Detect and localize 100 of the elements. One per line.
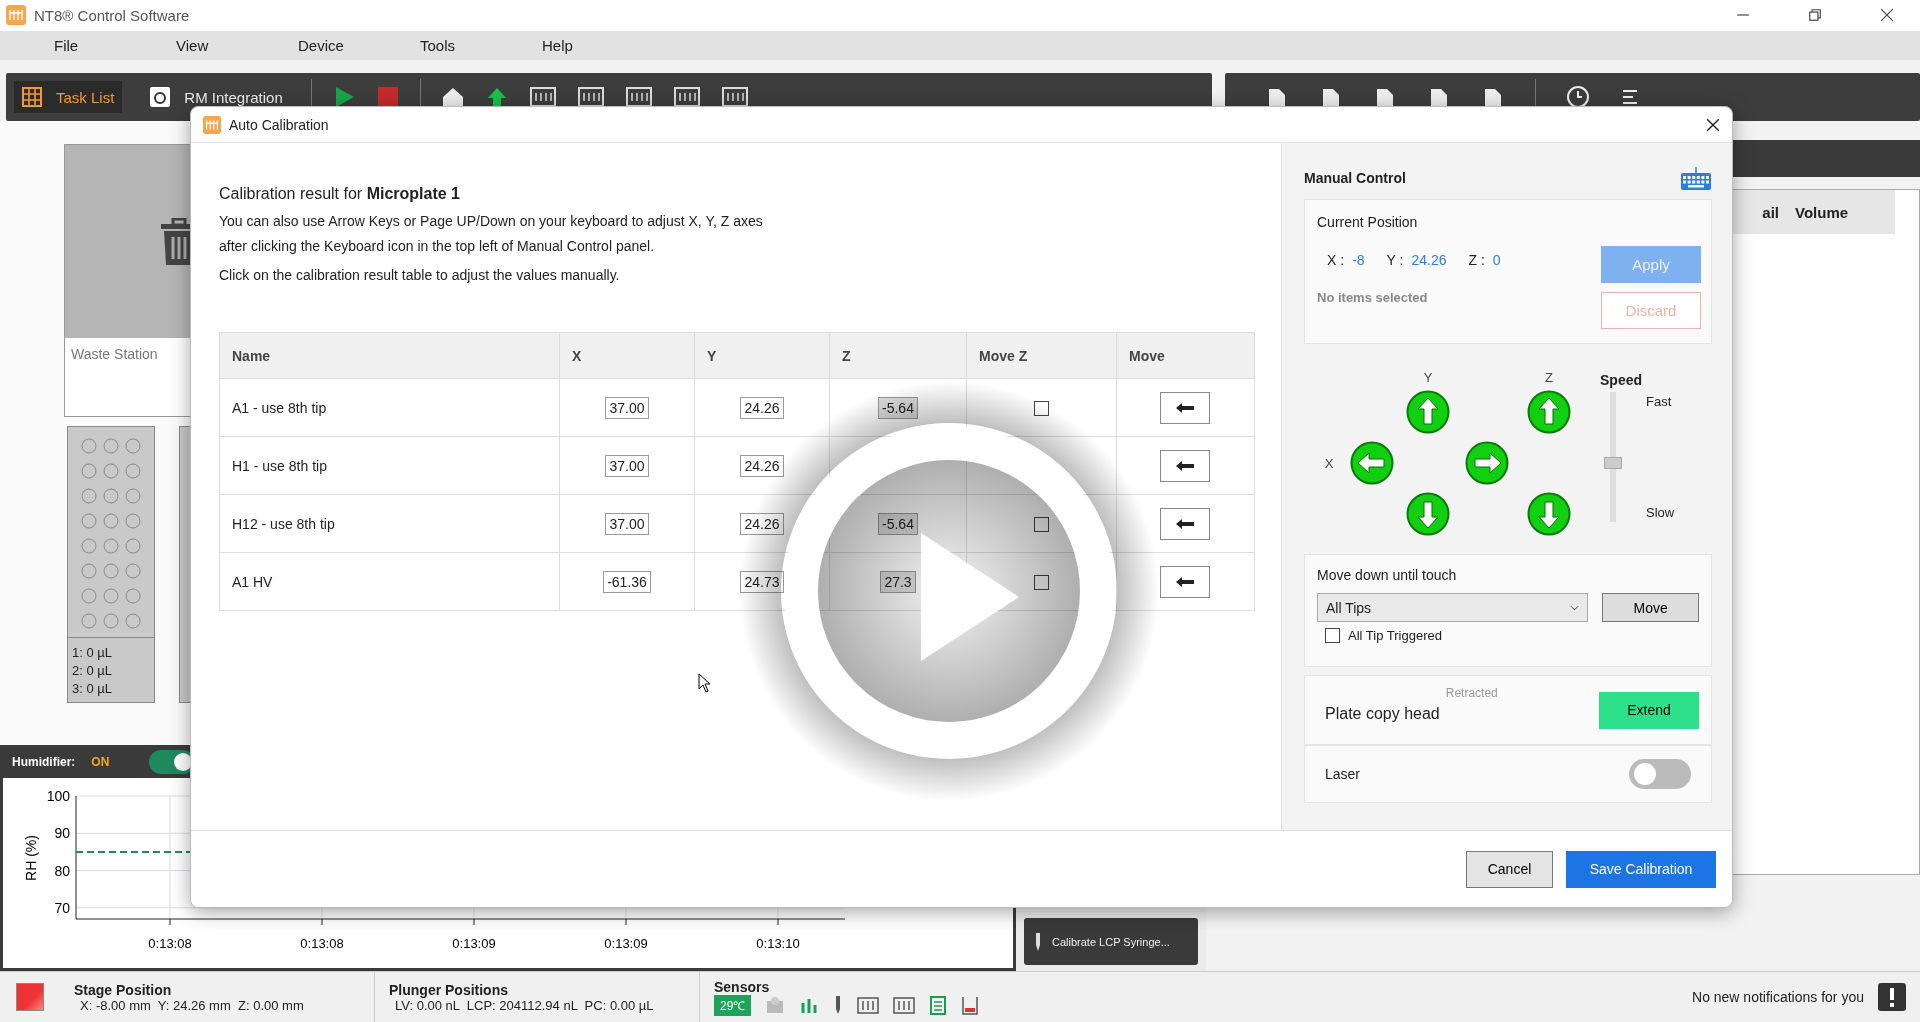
tip-select[interactable]: All Tips bbox=[1317, 593, 1589, 622]
laser-toggle[interactable] bbox=[1629, 759, 1691, 789]
column-header: X bbox=[559, 332, 695, 379]
table-cell: H1 - use 8th tip bbox=[219, 436, 560, 495]
volume-label: 3: 0 µL bbox=[72, 680, 113, 699]
column-header: ail bbox=[1762, 203, 1780, 221]
axis-tick-label: 0:13:08 bbox=[148, 936, 192, 952]
axis-tick-label: 80 bbox=[54, 862, 70, 879]
window-title: NT8® Control Software bbox=[34, 6, 190, 24]
jog-arrow-button[interactable] bbox=[1406, 492, 1450, 536]
coordinate-value: 0 bbox=[1492, 252, 1501, 268]
waste-station-label: Waste Station bbox=[71, 346, 158, 363]
humidifier-label: Humidifier: bbox=[12, 754, 76, 769]
y-value-field[interactable]: 24.26 bbox=[740, 396, 784, 419]
x-value-field[interactable]: 37.00 bbox=[605, 454, 649, 477]
menu-item[interactable]: File bbox=[54, 37, 176, 55]
left-arrow-icon bbox=[1175, 517, 1195, 530]
stage-position-value: X: -8.00 mm Y: 24.26 mm Z: 0.00 mm bbox=[80, 997, 305, 1013]
speed-label: Speed bbox=[1600, 372, 1643, 388]
speed-fast-label: Fast bbox=[1646, 394, 1673, 409]
menu-item[interactable]: Tools bbox=[420, 37, 542, 55]
axis-tick-label: 0:13:10 bbox=[756, 936, 800, 952]
app-logo-icon bbox=[6, 5, 26, 26]
clipboard-icon bbox=[929, 995, 948, 1016]
menu-item[interactable]: Help bbox=[542, 37, 664, 55]
humidifier-status: ON bbox=[91, 754, 110, 769]
sensors-title: Sensors bbox=[714, 978, 771, 995]
column-header: Move bbox=[1116, 332, 1255, 379]
axis-label: Z bbox=[1545, 369, 1553, 385]
coordinate-label: Z : bbox=[1468, 252, 1485, 268]
move-button[interactable] bbox=[1160, 391, 1210, 424]
axis-title: RH (%) bbox=[23, 835, 39, 882]
task-button[interactable]: Calibrate LCP Syringe... bbox=[1024, 918, 1198, 966]
move-button[interactable] bbox=[1160, 507, 1210, 540]
alert-icon[interactable] bbox=[1878, 983, 1906, 1012]
table-cell: A1 HV bbox=[219, 552, 560, 611]
coordinate-value: -8 bbox=[1352, 252, 1365, 268]
plate-icon bbox=[857, 995, 880, 1016]
plate-icon bbox=[893, 995, 916, 1016]
card-title: Move down until touch bbox=[1317, 567, 1457, 583]
axis-tick-label: 100 bbox=[46, 788, 70, 805]
speed-slow-label: Slow bbox=[1646, 505, 1675, 520]
keyboard-icon[interactable] bbox=[1680, 165, 1712, 191]
left-arrow-icon bbox=[1175, 459, 1195, 472]
panel-title: Manual Control bbox=[1304, 170, 1406, 186]
grid-icon bbox=[22, 87, 42, 108]
toolbar-tab[interactable]: RM Integration bbox=[142, 81, 291, 114]
column-header: Move Z bbox=[966, 332, 1117, 379]
plate-copy-head-state: Retracted bbox=[1445, 686, 1498, 700]
plate-card[interactable]: 1: 0 µL 2: 0 µL 3: 0 µL bbox=[67, 426, 155, 704]
jog-arrow-button[interactable] bbox=[1406, 390, 1450, 434]
laser-label: Laser bbox=[1325, 766, 1361, 782]
coordinate-value: 24.26 bbox=[1411, 252, 1447, 268]
cancel-button[interactable]: Cancel bbox=[1466, 850, 1553, 888]
sensor-icon bbox=[765, 995, 786, 1016]
axis-tick-label: 90 bbox=[54, 825, 70, 842]
checkbox-label: All Tip Triggered bbox=[1348, 628, 1442, 643]
menu-item[interactable]: Device bbox=[298, 37, 420, 55]
x-value-field[interactable]: -61.36 bbox=[603, 570, 651, 593]
axis-tick-label: 0:13:08 bbox=[300, 936, 344, 952]
card-title: Current Position bbox=[1317, 214, 1419, 230]
caret-icon bbox=[1570, 604, 1580, 611]
jog-arrow-button[interactable] bbox=[1527, 492, 1571, 536]
save-calibration-button[interactable]: Save Calibration bbox=[1566, 850, 1716, 888]
table-cell: H12 - use 8th tip bbox=[219, 494, 560, 553]
coordinate-label: Y : bbox=[1386, 252, 1404, 268]
integration-logo-icon bbox=[150, 87, 171, 108]
selection-status: No items selected bbox=[1317, 290, 1429, 305]
checkbox[interactable] bbox=[1325, 628, 1340, 643]
plate-copy-head-label: Plate copy head bbox=[1325, 705, 1440, 723]
stage-status-icon bbox=[16, 983, 44, 1012]
jog-arrow-button[interactable] bbox=[1350, 441, 1394, 485]
plunger-positions-value: LV: 0.00 nL LCP: 204112.94 nL PC: 0.00 µL bbox=[395, 997, 655, 1013]
container-icon bbox=[961, 995, 980, 1016]
restore-icon[interactable] bbox=[1808, 8, 1822, 23]
close-icon[interactable] bbox=[1706, 117, 1720, 132]
jog-arrow-button[interactable] bbox=[1527, 390, 1571, 434]
column-header: Z bbox=[829, 332, 967, 379]
close-icon[interactable] bbox=[1880, 8, 1894, 23]
axis-tick-label: 70 bbox=[54, 900, 70, 917]
toolbar-tab[interactable]: Task List bbox=[14, 81, 123, 114]
left-arrow-icon bbox=[1175, 401, 1195, 414]
move-button[interactable]: Move bbox=[1602, 593, 1699, 622]
column-header: Volume bbox=[1795, 203, 1850, 221]
notification-text: No new notifications for you bbox=[1692, 989, 1864, 1006]
menu-item[interactable]: View bbox=[176, 37, 298, 55]
cursor-icon bbox=[698, 673, 710, 693]
extend-button[interactable]: Extend bbox=[1599, 691, 1699, 729]
jog-arrow-button[interactable] bbox=[1465, 441, 1509, 485]
volume-label: 2: 0 µL bbox=[72, 662, 113, 681]
x-value-field[interactable]: 37.00 bbox=[605, 396, 649, 419]
move-button[interactable] bbox=[1160, 449, 1210, 482]
axis-tick-label: 0:13:09 bbox=[604, 936, 648, 952]
left-arrow-icon bbox=[1175, 575, 1195, 588]
column-header: Name bbox=[219, 332, 560, 379]
move-button[interactable] bbox=[1160, 565, 1210, 598]
x-value-field[interactable]: 37.00 bbox=[605, 512, 649, 535]
volume-label: 1: 0 µL bbox=[72, 644, 113, 663]
plunger-positions-title: Plunger Positions bbox=[389, 981, 509, 998]
axis-label: Y bbox=[1423, 369, 1433, 385]
